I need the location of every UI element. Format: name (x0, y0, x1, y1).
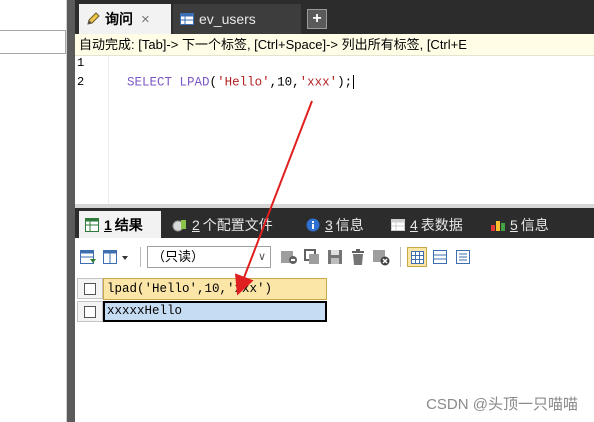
tab-table-data-label: 表数据 (420, 216, 463, 233)
tab-ev-users[interactable]: ev_users (173, 4, 301, 34)
tab-info-label: 信息 (335, 216, 364, 233)
sql-function: LPAD (179, 75, 210, 90)
table-icon (179, 11, 195, 27)
query-editor-area: 询问 × ev_users + 自动完成: [Tab]-> 下一个标签, [Ct… (75, 0, 594, 422)
sql-string-arg: 'xxx' (299, 75, 338, 90)
autocomplete-hint: 自动完成: [Tab]-> 下一个标签, [Ctrl+Space]-> 列出所有… (75, 34, 594, 56)
line-number-gutter: 1 2 (75, 56, 109, 204)
tab-history[interactable]: 5 信息 (485, 211, 554, 238)
history-icon (490, 217, 506, 233)
object-filter-input[interactable] (0, 30, 66, 54)
tab-profile-label: 个配置文件 (202, 216, 273, 233)
duplicate-row-icon[interactable] (302, 247, 322, 267)
tab-results-number: 1 (104, 216, 112, 233)
tab-profile[interactable]: 2 个配置文件 (167, 211, 278, 238)
export-icon[interactable] (78, 247, 98, 267)
panel-splitter[interactable] (67, 0, 75, 422)
row-checkbox[interactable] (77, 301, 103, 322)
form-view-icon[interactable] (430, 247, 450, 267)
editor-tab-bar: 询问 × ev_users + (75, 0, 594, 34)
tab-history-number: 5 (510, 216, 518, 233)
tab-results-label: 结果 (114, 216, 143, 233)
sql-comma: , (292, 75, 300, 90)
tab-ev-users-label: ev_users (199, 11, 256, 27)
sql-string-arg: 'Hello' (217, 75, 270, 90)
object-browser-panel (0, 0, 67, 422)
add-tab-button[interactable]: + (307, 9, 327, 29)
save-icon[interactable] (325, 247, 345, 267)
watermark: CSDN @头顶一只喵喵 (426, 396, 578, 413)
tab-table-data-number: 4 (410, 216, 418, 233)
tab-history-label: 信息 (520, 216, 549, 233)
sql-comma: , (269, 75, 278, 90)
sql-number-arg: 10 (277, 75, 293, 90)
sql-paren-close: ); (337, 75, 353, 90)
tab-info-number: 3 (325, 216, 333, 233)
line-number: 1 (77, 56, 85, 70)
readonly-select-value: （只读） (152, 249, 205, 264)
code-line-2[interactable]: SELECT LPAD('Hello',10,'xxx'); (127, 75, 355, 90)
close-icon[interactable]: × (141, 11, 150, 28)
tab-info[interactable]: 3 信息 (300, 211, 369, 238)
sql-code-editor[interactable]: 1 2 SELECT LPAD('Hello',10,'xxx'); (75, 56, 594, 204)
tab-profile-number: 2 (192, 216, 200, 233)
sql-keyword: SELECT (127, 75, 173, 90)
tab-query-label: 询问 (105, 11, 133, 27)
tab-results[interactable]: 1 结果 (79, 211, 161, 238)
grid-view-icon[interactable] (407, 247, 427, 267)
tab-table-data[interactable]: 4 表数据 (385, 211, 468, 238)
result-toolbar: （只读） ∨ (75, 240, 594, 274)
delete-icon[interactable] (348, 247, 368, 267)
info-icon (305, 217, 321, 233)
grid-header-row: lpad('Hello',10,'xxx') (77, 278, 327, 300)
result-cell[interactable]: xxxxxHello (103, 301, 327, 322)
select-all-checkbox[interactable] (77, 278, 103, 299)
add-row-icon[interactable] (279, 247, 299, 267)
readonly-select[interactable]: （只读） ∨ (147, 246, 271, 268)
view-mode-dropdown[interactable] (101, 247, 131, 267)
toolbar-separator (140, 247, 141, 267)
cancel-changes-icon[interactable] (371, 247, 391, 267)
result-tab-bar: 1 结果 2 个配置文件 3 信息 4 表数据 5 信息 (75, 208, 594, 238)
toolbar-separator (400, 247, 401, 267)
tab-query[interactable]: 询问 × (79, 4, 171, 34)
table-data-icon (390, 217, 406, 233)
results-grid-icon (84, 217, 100, 233)
column-header[interactable]: lpad('Hello',10,'xxx') (103, 278, 327, 300)
profile-icon (172, 217, 188, 233)
checkbox-icon (84, 306, 96, 318)
table-row[interactable]: xxxxxHello (77, 301, 327, 322)
checkbox-icon (84, 283, 96, 295)
line-number: 2 (77, 75, 85, 89)
text-view-icon[interactable] (453, 247, 473, 267)
chevron-down-icon: ∨ (257, 251, 266, 263)
sql-paren-open: ( (209, 75, 218, 90)
query-pencil-icon (85, 11, 101, 27)
text-caret (353, 75, 355, 89)
